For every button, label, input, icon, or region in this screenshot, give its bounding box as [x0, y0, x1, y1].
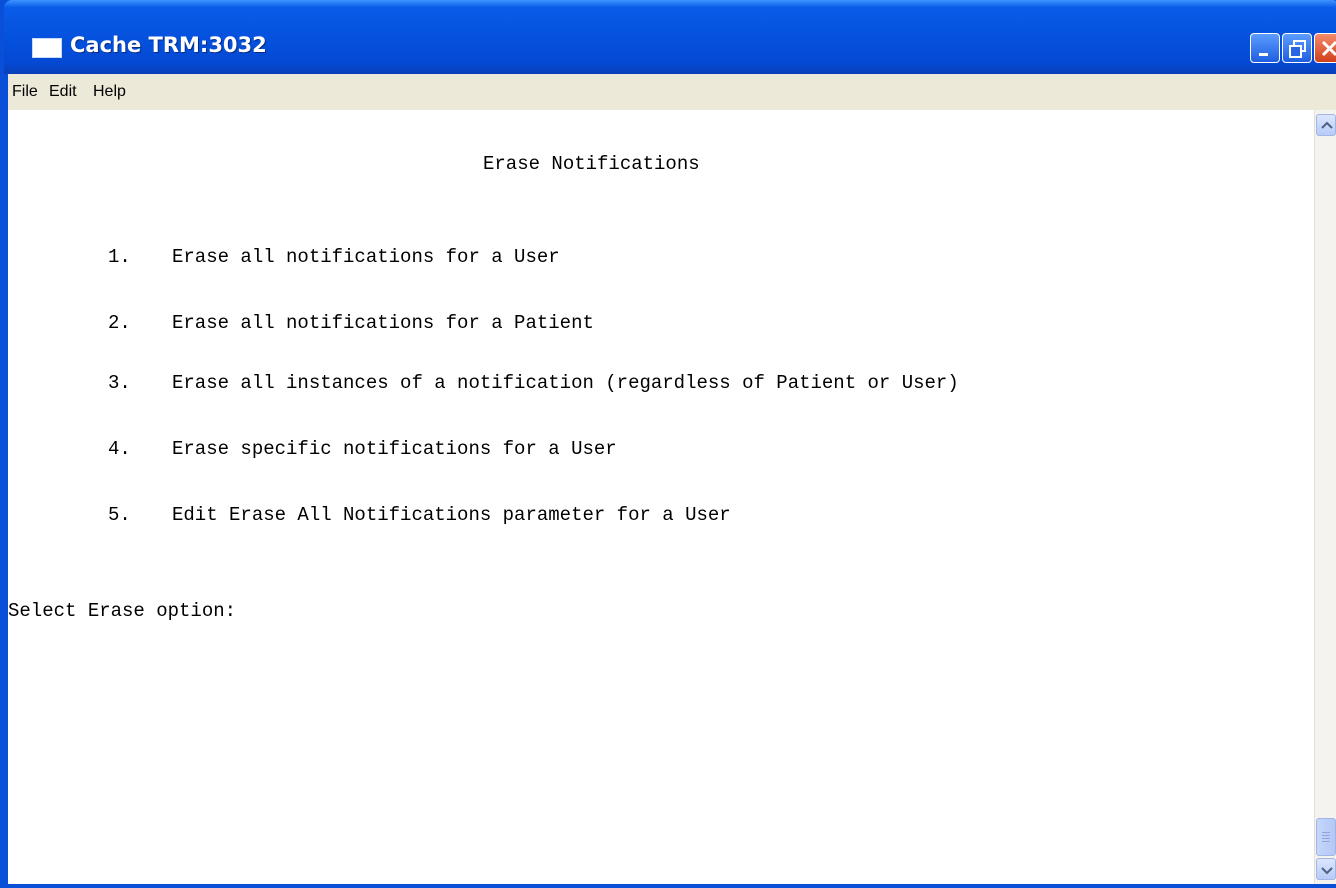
option-text: Erase all notifications for a User [172, 246, 560, 268]
grip-line [1322, 832, 1330, 833]
scrollbar-thumb[interactable] [1316, 818, 1336, 856]
terminal-screen[interactable]: Erase Notifications 1. Erase all notific… [8, 110, 1314, 884]
option-text: Edit Erase All Notifications parameter f… [172, 504, 731, 526]
grip-line [1322, 835, 1330, 836]
menu-help[interactable]: Help [93, 83, 126, 101]
option-number: 2. [108, 312, 131, 334]
close-icon [1321, 40, 1336, 57]
menu-file[interactable]: File [12, 83, 38, 101]
option-number: 3. [108, 372, 131, 394]
option-number: 4. [108, 438, 131, 460]
scroll-down-button[interactable] [1316, 858, 1336, 880]
option-number: 5. [108, 504, 131, 526]
restore-button[interactable] [1282, 33, 1312, 63]
option-text: Erase all notifications for a Patient [172, 312, 594, 334]
terminal-window-icon[interactable] [32, 38, 62, 58]
menu-bar: File Edit Help [8, 74, 1336, 110]
grip-line [1322, 841, 1330, 842]
minimize-button[interactable] [1250, 33, 1280, 63]
vertical-scrollbar[interactable] [1314, 110, 1336, 884]
window-title: Cache TRM:3032 [70, 33, 267, 57]
title-bar[interactable]: Cache TRM:3032 [4, 0, 1336, 74]
option-number: 1. [108, 246, 131, 268]
restore-icon [1289, 40, 1306, 58]
option-text: Erase specific notifications for a User [172, 438, 617, 460]
option-text: Erase all instances of a notification (r… [172, 372, 959, 394]
grip-line [1322, 838, 1330, 839]
menu-edit[interactable]: Edit [49, 83, 77, 101]
minimize-icon [1259, 53, 1268, 56]
close-button[interactable] [1314, 33, 1336, 63]
select-prompt: Select Erase option: [8, 600, 237, 622]
terminal-window: Cache TRM:3032 File Edit Help Erase Noti… [0, 0, 1336, 888]
scroll-up-button[interactable] [1316, 114, 1336, 136]
screen-heading: Erase Notifications [483, 153, 700, 175]
chevron-down-icon [1321, 867, 1333, 875]
chevron-up-icon [1321, 121, 1333, 129]
